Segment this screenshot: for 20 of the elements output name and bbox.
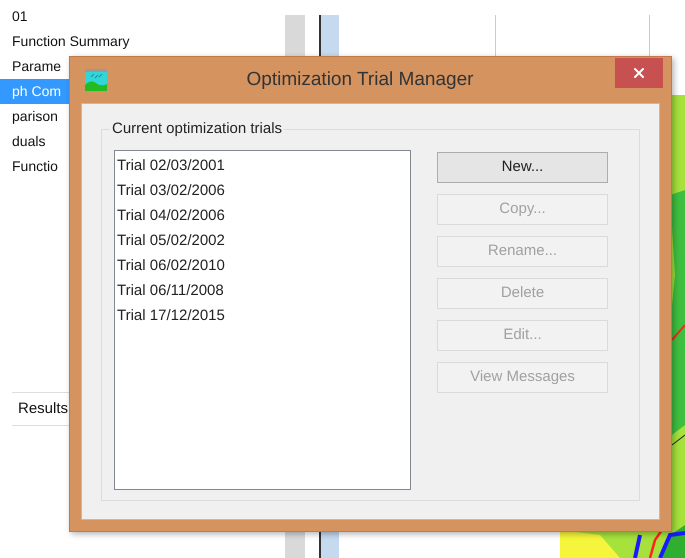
list-item[interactable]: Trial 06/11/2008 (115, 278, 226, 303)
tree-item[interactable]: 01 (0, 4, 69, 29)
list-item[interactable]: Trial 04/02/2006 (115, 203, 227, 228)
window-title: Optimization Trial Manager (245, 68, 475, 92)
close-icon (631, 65, 647, 81)
dialog-button[interactable]: New... (437, 152, 608, 183)
close-button[interactable] (615, 58, 663, 88)
tree-item[interactable]: Function Summary (0, 29, 132, 54)
list-item[interactable]: Trial 17/12/2015 (115, 303, 227, 328)
tree-item[interactable]: parison (0, 104, 69, 129)
tree-item[interactable]: Functio (0, 154, 69, 179)
tree-item[interactable]: Parame (0, 54, 69, 79)
list-item[interactable]: Trial 05/02/2002 (115, 228, 227, 253)
tree-item[interactable]: duals (0, 129, 69, 154)
trial-list[interactable]: Trial 02/03/2001 Trial 03/02/2006 Trial 04/02/2006 Trial 05/02/2002 Trial 06/02/2010 Trial 06/11/2008 Trial 17/12/2015 (114, 150, 411, 490)
list-item[interactable]: Trial 02/03/2001 (115, 153, 227, 178)
list-item[interactable]: Trial 06/02/2010 (115, 253, 227, 278)
group-label: Current optimization trials (110, 120, 284, 138)
app-icon (85, 69, 107, 91)
list-item[interactable]: Trial 03/02/2006 (115, 178, 227, 203)
